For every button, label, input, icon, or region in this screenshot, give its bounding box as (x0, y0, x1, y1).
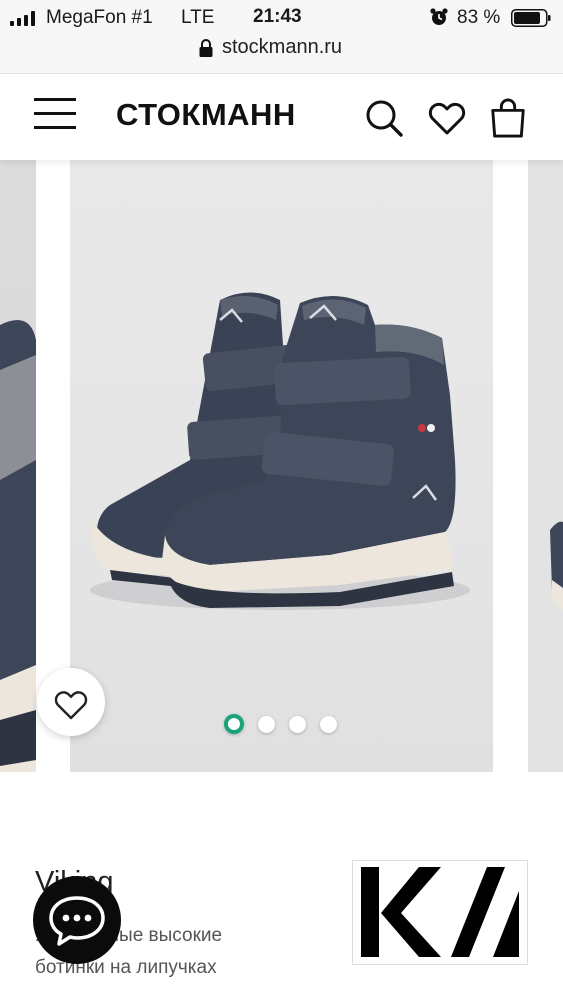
lock-icon (199, 39, 213, 57)
heart-icon[interactable] (427, 98, 467, 138)
battery-percent: 83 % (457, 7, 501, 28)
gallery-dot-3[interactable] (289, 715, 306, 733)
prev-boot-image (0, 320, 36, 772)
boots-product-image (90, 292, 470, 610)
gallery-dot-2[interactable] (258, 715, 275, 733)
network-type: LTE (181, 7, 215, 28)
alarm-icon (430, 8, 448, 25)
viking-brand-logo (361, 867, 519, 957)
menu-button[interactable] (34, 98, 78, 132)
battery-icon (511, 9, 551, 27)
status-bar: MegaFon #1 LTE 21:43 83 % (0, 0, 563, 36)
chat-bubble-icon (49, 896, 105, 946)
add-to-wishlist-button[interactable] (37, 668, 105, 736)
gallery-main-slide[interactable] (70, 160, 493, 772)
gallery-dot-4[interactable] (320, 715, 337, 733)
brand-logo[interactable] (352, 860, 528, 965)
signal-icon (10, 10, 38, 26)
heart-outline-icon (54, 691, 88, 720)
browser-url-bar[interactable]: stockmann.ru (0, 36, 563, 74)
status-time: 21:43 (253, 6, 302, 27)
shopping-bag-icon[interactable] (488, 98, 528, 138)
url-text[interactable]: stockmann.ru (222, 36, 342, 59)
gallery-pagination (224, 714, 337, 734)
site-logo[interactable]: СТОКМАНН (116, 97, 296, 133)
site-header: СТОКМАНН (0, 74, 563, 160)
next-boot-image (550, 521, 563, 610)
carrier-name: MegaFon #1 (46, 7, 153, 28)
product-gallery[interactable] (0, 160, 563, 790)
chat-button[interactable] (33, 876, 121, 964)
search-icon[interactable] (364, 98, 404, 138)
gallery-prev-slide[interactable] (0, 160, 36, 772)
menu-icon (34, 98, 76, 101)
gallery-dot-1[interactable] (224, 714, 244, 734)
gallery-next-slide[interactable] (528, 160, 563, 772)
